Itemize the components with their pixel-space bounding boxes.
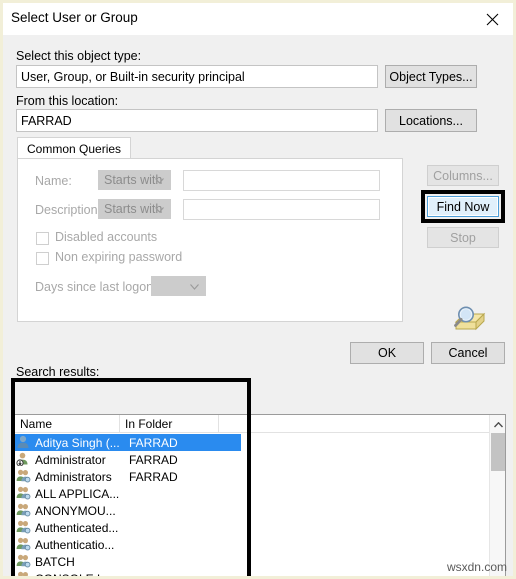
name-condition-select[interactable]: Starts with	[98, 170, 171, 190]
select-user-or-group-dialog: Select User or Group Select this object …	[0, 0, 516, 579]
row-folder: FARRAD	[129, 435, 178, 450]
column-divider[interactable]	[218, 415, 219, 433]
scroll-up-button[interactable]	[490, 415, 506, 432]
common-queries-panel: Name: Starts with Description: Starts wi…	[17, 158, 403, 322]
table-row[interactable]: Aditya Singh (... FARRAD	[15, 434, 241, 451]
group-icon	[16, 537, 33, 552]
user-admin-icon	[16, 452, 33, 467]
name-input[interactable]	[183, 170, 380, 191]
search-results-list[interactable]: Name In Folder Aditya Singh (... FARRAD A…	[14, 414, 506, 579]
row-name: BATCH	[35, 554, 75, 569]
group-icon	[16, 486, 33, 501]
non-expiring-password-checkbox[interactable]	[36, 252, 49, 265]
table-row[interactable]: Administrators FARRAD	[15, 468, 241, 485]
row-name: CONSOLE L...	[35, 571, 114, 579]
description-condition-select[interactable]: Starts with	[98, 199, 171, 219]
description-input[interactable]	[183, 199, 380, 220]
disabled-accounts-label: Disabled accounts	[55, 230, 158, 244]
object-type-field[interactable]: User, Group, or Built-in security princi…	[16, 65, 378, 88]
table-row[interactable]: ALL APPLICA...	[15, 485, 241, 502]
table-row[interactable]: Administrator FARRAD	[15, 451, 241, 468]
group-icon	[16, 503, 33, 518]
column-header-in-folder[interactable]: In Folder	[125, 417, 172, 431]
chevron-down-icon	[190, 279, 199, 293]
vertical-scrollbar[interactable]	[489, 415, 506, 576]
close-button[interactable]	[471, 3, 513, 35]
column-divider[interactable]	[119, 415, 120, 433]
search-results-label: Search results:	[16, 365, 100, 379]
chevron-down-icon	[155, 173, 164, 187]
row-name: ALL APPLICA...	[35, 486, 120, 501]
group-icon	[16, 571, 33, 576]
find-now-button[interactable]: Find Now	[427, 196, 499, 217]
row-name: Administrator	[35, 452, 106, 467]
non-expiring-password-label: Non expiring password	[55, 250, 183, 264]
title-bar: Select User or Group	[3, 3, 513, 36]
object-type-label: Select this object type:	[16, 49, 142, 63]
table-row[interactable]: ANONYMOU...	[15, 502, 241, 519]
row-folder: FARRAD	[129, 452, 178, 467]
table-row[interactable]: CONSOLE L...	[15, 570, 241, 579]
tab-strip: Common Queries	[17, 137, 403, 159]
description-label: Description:	[35, 203, 101, 217]
days-since-logon-label: Days since last logon:	[35, 280, 157, 294]
row-folder: FARRAD	[129, 469, 178, 484]
watermark: wsxdn.com	[446, 560, 507, 574]
page-title: Select User or Group	[11, 10, 138, 25]
disabled-accounts-checkbox[interactable]	[36, 232, 49, 245]
row-name: ANONYMOU...	[35, 503, 116, 518]
table-row[interactable]: Authenticatio...	[15, 536, 241, 553]
row-name: Authenticated...	[35, 520, 119, 535]
list-header: Name In Folder	[15, 415, 505, 433]
cancel-button[interactable]: Cancel	[431, 342, 505, 364]
table-row[interactable]: Authenticated...	[15, 519, 241, 536]
locations-button[interactable]: Locations...	[385, 109, 477, 132]
object-types-button[interactable]: Object Types...	[385, 65, 477, 88]
name-label: Name:	[35, 174, 72, 188]
columns-button[interactable]: Columns...	[427, 165, 499, 186]
row-name: Authenticatio...	[35, 537, 115, 552]
stop-button[interactable]: Stop	[427, 227, 499, 248]
scroll-thumb[interactable]	[491, 433, 505, 471]
group-icon	[16, 469, 33, 484]
dialog-body: Select this object type: User, Group, or…	[3, 36, 513, 576]
chevron-down-icon	[155, 202, 164, 216]
table-row[interactable]: BATCH	[15, 553, 241, 570]
row-name: Aditya Singh (...	[35, 435, 120, 450]
location-field[interactable]: FARRAD	[16, 109, 378, 132]
ok-button[interactable]: OK	[350, 342, 424, 364]
column-header-name[interactable]: Name	[20, 417, 52, 431]
chevron-up-icon	[493, 415, 503, 433]
location-label: From this location:	[16, 94, 119, 108]
search-folder-icon	[450, 304, 488, 336]
user-icon	[16, 435, 33, 450]
row-name: Administrators	[35, 469, 112, 484]
days-since-logon-select[interactable]	[151, 276, 206, 296]
description-condition-value: Starts with	[104, 202, 163, 216]
close-icon	[486, 13, 499, 26]
tab-common-queries[interactable]: Common Queries	[17, 137, 132, 159]
group-icon	[16, 554, 33, 569]
name-condition-value: Starts with	[104, 173, 163, 187]
group-icon	[16, 520, 33, 535]
